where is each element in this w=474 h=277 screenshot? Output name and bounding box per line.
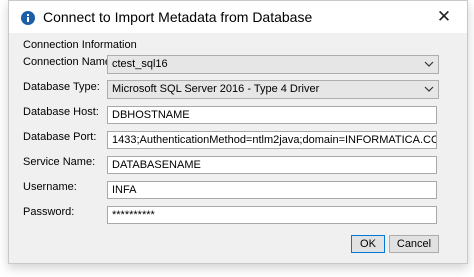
username-label: Username: (23, 181, 77, 193)
connection-name-select[interactable]: ctest_sql16 (107, 55, 439, 74)
cancel-button[interactable]: Cancel (389, 235, 439, 253)
database-port-input[interactable]: 1433;AuthenticationMethod=ntlm2java;doma… (107, 131, 437, 149)
database-host-label: Database Host: (23, 106, 99, 118)
database-type-label: Database Type: (23, 81, 100, 93)
ok-button[interactable]: OK (351, 235, 385, 253)
database-type-value: Microsoft SQL Server 2016 - Type 4 Drive… (112, 83, 320, 95)
service-name-input[interactable]: DATABASENAME (107, 156, 437, 174)
chevron-down-icon (424, 61, 434, 67)
database-port-label: Database Port: (23, 131, 97, 143)
close-icon: ✕ (436, 7, 452, 26)
info-icon (21, 11, 35, 25)
close-button[interactable]: ✕ (421, 1, 467, 33)
database-host-input[interactable]: DBHOSTNAME (107, 106, 437, 124)
password-input[interactable]: ********** (107, 206, 437, 224)
chevron-down-icon (424, 86, 434, 92)
window-title: Connect to Import Metadata from Database (43, 9, 313, 25)
connection-name-label: Connection Name: (23, 56, 115, 68)
database-type-select[interactable]: Microsoft SQL Server 2016 - Type 4 Drive… (107, 80, 439, 99)
section-title: Connection Information (23, 39, 137, 51)
connection-name-value: ctest_sql16 (112, 58, 168, 70)
service-name-label: Service Name: (23, 156, 96, 168)
title-bar: Connect to Import Metadata from Database… (9, 1, 467, 33)
connect-dialog: Connect to Import Metadata from Database… (8, 0, 468, 264)
password-label: Password: (23, 206, 75, 218)
username-input[interactable]: INFA (107, 181, 437, 199)
